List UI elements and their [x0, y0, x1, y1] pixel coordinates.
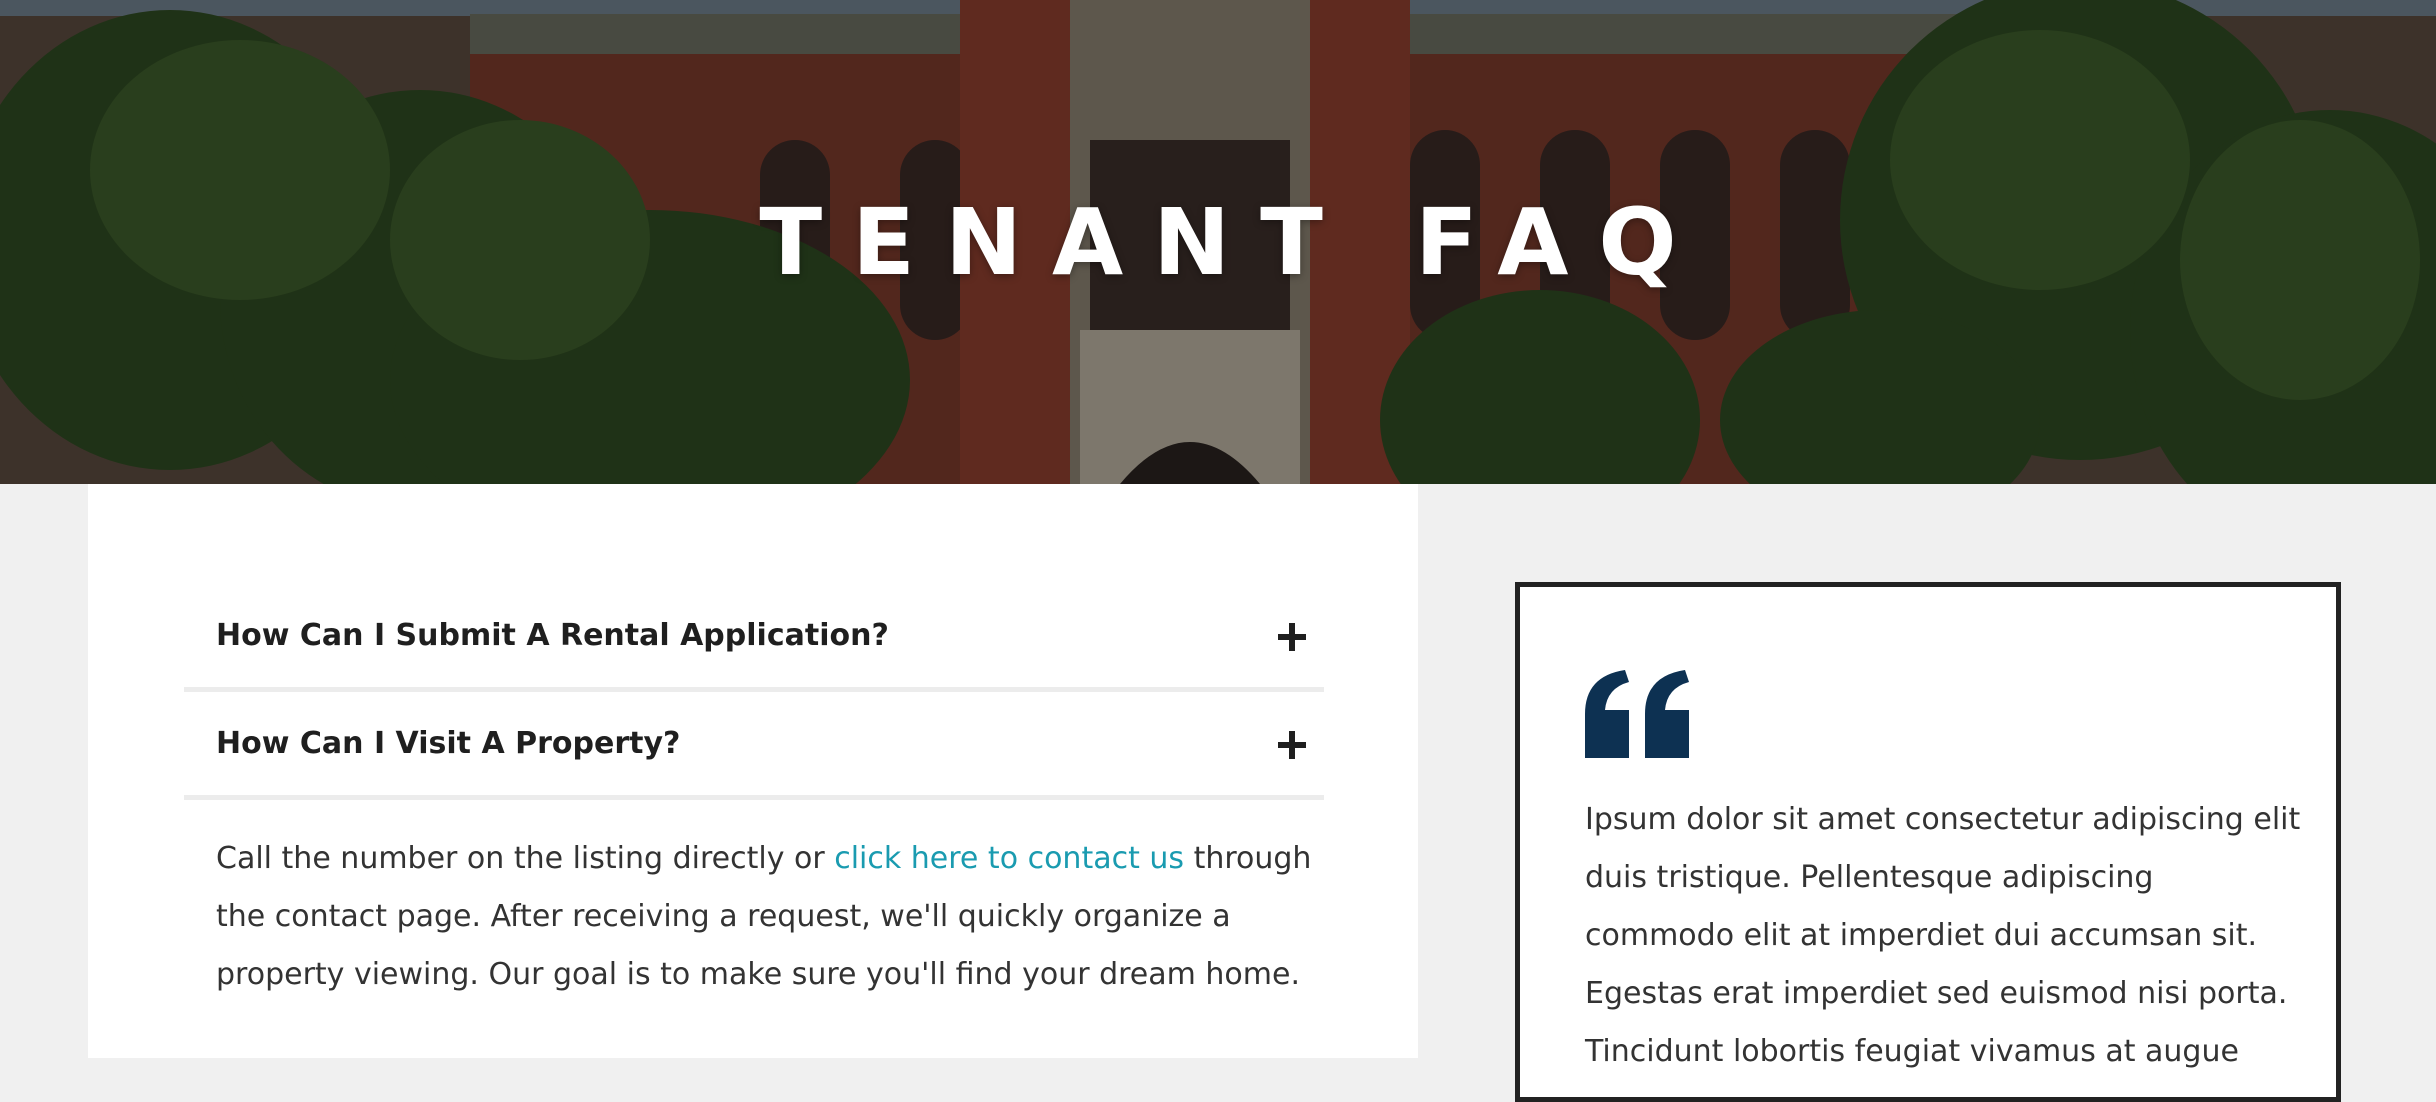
faq-question[interactable]: How Can I Visit A Property? — [216, 694, 680, 794]
faq-answer-text-start: Call the number on the listing directly … — [216, 841, 835, 876]
contact-link[interactable]: click here to contact us — [834, 841, 1184, 876]
testimonial-text: Ipsum dolor sit amet consectetur adipisc… — [1585, 802, 2301, 1069]
quote-icon — [1585, 670, 1689, 758]
faq-answer: Call the number on the listing directly … — [216, 830, 1326, 1004]
faq-item-visit-property[interactable]: How Can I Visit A Property? — [184, 694, 1324, 800]
plus-icon[interactable] — [1278, 623, 1306, 651]
faq-question[interactable]: How Can I Submit A Rental Application? — [216, 586, 889, 686]
testimonial-box: Ipsum dolor sit amet consectetur adipisc… — [1515, 582, 2341, 1102]
page-title: TENANT FAQ — [759, 188, 1707, 296]
hero-banner: TENANT FAQ — [0, 0, 2436, 484]
faq-item-rental-application[interactable]: How Can I Submit A Rental Application? — [184, 586, 1324, 692]
plus-icon[interactable] — [1278, 731, 1306, 759]
faq-panel: How Can I Submit A Rental Application? H… — [88, 484, 1418, 1058]
